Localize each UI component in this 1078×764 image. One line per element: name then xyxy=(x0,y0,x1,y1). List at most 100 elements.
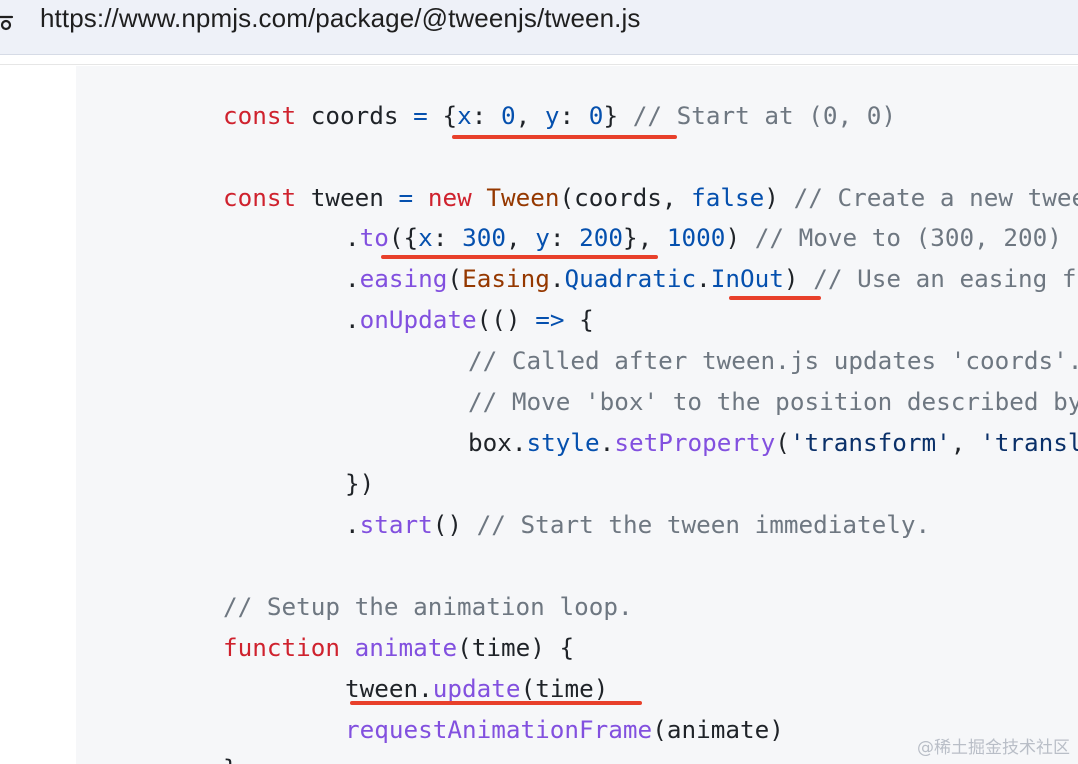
punct: { xyxy=(564,305,594,334)
punct: (() xyxy=(476,305,536,334)
property: y xyxy=(535,223,550,252)
method: update xyxy=(432,674,521,703)
code-line-12: function animate(time) { xyxy=(223,631,574,665)
punct: (time) xyxy=(520,674,609,703)
string: 'transform' xyxy=(789,428,951,457)
punct: . xyxy=(696,264,711,293)
method: onUpdate xyxy=(359,305,477,334)
punct: : xyxy=(471,101,501,130)
code-block: const coords = {x: 0, y: 0} // Start at … xyxy=(76,66,1078,764)
property: Quadratic xyxy=(564,264,697,293)
property: x xyxy=(457,101,472,130)
number: 1000 xyxy=(666,223,726,252)
punct: . xyxy=(345,510,360,539)
punct: } xyxy=(603,101,619,130)
method: easing xyxy=(359,264,448,293)
method: start xyxy=(359,510,433,539)
keyword: function xyxy=(223,633,341,662)
boolean: false xyxy=(691,183,765,212)
function-name: animate xyxy=(354,633,458,662)
number: 300 xyxy=(462,223,506,252)
comment: // Start the tween immediately. xyxy=(462,510,931,539)
function-call: requestAnimationFrame xyxy=(345,715,653,744)
punct: . xyxy=(549,264,565,293)
annotation-underline-coords xyxy=(452,135,677,139)
arrow-operator: => xyxy=(535,305,565,334)
comment: // Use an easing function to make the an… xyxy=(813,264,1078,293)
punct: : xyxy=(432,223,463,252)
url-text[interactable]: https://www.npmjs.com/package/@tweenjs/t… xyxy=(40,3,640,34)
punct: . xyxy=(345,264,360,293)
operator: = xyxy=(398,183,414,212)
punct: }, xyxy=(623,223,667,252)
keyword: const xyxy=(223,101,297,130)
property: style xyxy=(526,428,600,457)
code-line-4: .easing(Easing.Quadratic.InOut) // Use a… xyxy=(345,262,1078,296)
punct: . xyxy=(345,305,360,334)
identifier: tween xyxy=(296,183,399,212)
property: InOut xyxy=(710,264,784,293)
punct: : xyxy=(549,223,580,252)
property: x xyxy=(418,223,433,252)
code-line-2: const tween = new Tween(coords, false) /… xyxy=(223,181,1078,215)
watermark: @稀土掘金技术社区 xyxy=(917,738,1070,758)
annotation-underline-update xyxy=(350,701,642,705)
comment: // Move to (300, 200) in 1 second. xyxy=(754,223,1078,252)
annotation-underline-target xyxy=(381,255,658,259)
punct: . xyxy=(511,428,527,457)
class-name: Tween xyxy=(486,183,560,212)
comment: // Start at (0, 0) xyxy=(618,101,897,130)
punct: (time) { xyxy=(457,633,575,662)
comment: // Create a new tween that modifies 'coo… xyxy=(793,183,1078,212)
punct: (animate) xyxy=(652,715,784,744)
punct: ({ xyxy=(388,223,419,252)
divider xyxy=(0,64,1078,65)
punct: , xyxy=(505,223,536,252)
code-line-8: box.style.setProperty('transform', 'tran… xyxy=(468,426,1078,460)
code-line-5: .onUpdate(() => { xyxy=(345,303,594,337)
operator: = xyxy=(413,101,428,130)
identifier: coords xyxy=(296,101,414,130)
punct: ( xyxy=(447,264,463,293)
punct: . xyxy=(418,674,433,703)
site-settings-icon[interactable] xyxy=(0,11,14,31)
keyword-new: new xyxy=(427,183,472,212)
punct: ) xyxy=(764,183,779,212)
punct: ( xyxy=(775,428,790,457)
punct: { xyxy=(427,101,458,130)
code-line-11: // Setup the animation loop. xyxy=(223,592,633,621)
keyword: const xyxy=(223,183,297,212)
method: setProperty xyxy=(614,428,776,457)
punct: , xyxy=(950,428,981,457)
string: 'translate(' xyxy=(980,428,1078,457)
identifier: box xyxy=(468,428,512,457)
annotation-underline-easing xyxy=(729,296,821,300)
punct: , xyxy=(515,101,545,130)
property: y xyxy=(544,101,560,130)
punct: . xyxy=(345,223,360,252)
code-line-6: // Called after tween.js updates 'coords… xyxy=(468,346,1078,375)
code-line-7: // Move 'box' to the position described … xyxy=(468,387,1078,416)
class-name: Easing xyxy=(462,264,550,293)
punct: (coords, xyxy=(559,183,692,212)
method: to xyxy=(359,223,389,252)
code-line-3: .to({x: 300, y: 200}, 1000) // Move to (… xyxy=(345,221,1078,255)
punct: . xyxy=(599,428,615,457)
code-line-15: } xyxy=(223,752,238,764)
punct: ) xyxy=(725,223,741,252)
code-line-1: const coords = {x: 0, y: 0} // Start at … xyxy=(223,99,896,133)
code-line-14: requestAnimationFrame(animate) xyxy=(345,713,784,747)
number: 200 xyxy=(579,223,624,252)
code-line-9: }) xyxy=(345,469,375,498)
punct: ) xyxy=(783,264,799,293)
browser-address-bar[interactable]: https://www.npmjs.com/package/@tweenjs/t… xyxy=(0,0,1078,55)
number: 0 xyxy=(500,101,516,130)
number: 0 xyxy=(588,101,604,130)
punct: : xyxy=(559,101,589,130)
identifier: tween xyxy=(345,674,419,703)
code-line-10: .start() // Start the tween immediately. xyxy=(345,508,930,542)
punct: () xyxy=(432,510,463,539)
